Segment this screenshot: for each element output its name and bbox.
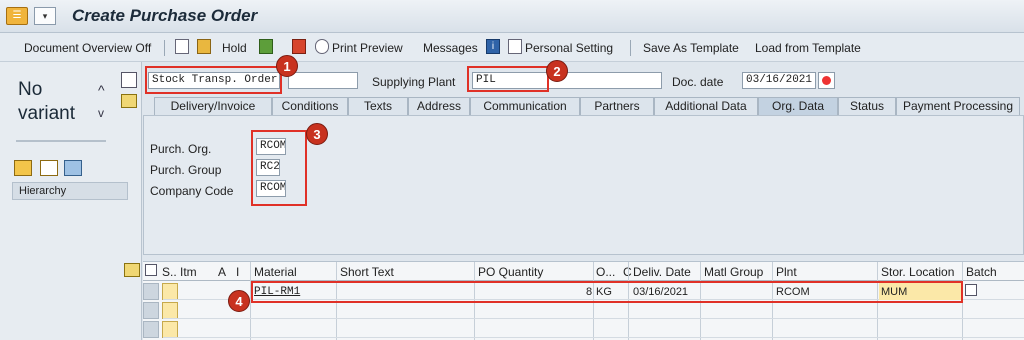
- tab-communication[interactable]: Communication: [470, 97, 580, 115]
- print-preview-icon[interactable]: [315, 39, 329, 54]
- tab-additional-data[interactable]: Additional Data: [654, 97, 758, 115]
- row-selector[interactable]: [143, 321, 159, 338]
- callout-badge-4: 4: [228, 290, 250, 312]
- tab-payment-processing[interactable]: Payment Processing: [896, 97, 1020, 115]
- tab-conditions[interactable]: Conditions: [272, 97, 348, 115]
- col-short-text[interactable]: Short Text: [340, 265, 394, 279]
- messages-button[interactable]: Messages: [423, 41, 478, 55]
- record-icon[interactable]: [818, 72, 835, 89]
- personal-setting-icon[interactable]: [508, 39, 522, 54]
- item-toggle-icon[interactable]: [124, 263, 140, 277]
- doc-date-field[interactable]: 03/16/2021: [742, 72, 816, 89]
- table-settings-icon[interactable]: [145, 264, 157, 276]
- page-title: Create Purchase Order: [72, 6, 258, 25]
- header-toggle-icon[interactable]: [121, 94, 137, 108]
- purch-group-label: Purch. Group: [150, 163, 222, 177]
- callout-box-4: [251, 281, 963, 303]
- purch-org-label: Purch. Org.: [150, 142, 212, 156]
- callout-badge-1: 1: [276, 55, 298, 77]
- red-dot: [822, 76, 831, 85]
- company-code-label: Company Code: [150, 184, 234, 198]
- document-overview-button[interactable]: Document Overview Off: [24, 41, 151, 55]
- callout-box-3: [251, 130, 307, 206]
- save-as-template-button[interactable]: Save As Template: [643, 41, 739, 55]
- row-selector[interactable]: [143, 283, 159, 300]
- col-item-category[interactable]: I: [236, 265, 239, 279]
- tab-partners[interactable]: Partners: [580, 97, 654, 115]
- supplying-plant-label: Supplying Plant: [372, 75, 456, 89]
- tab-address[interactable]: Address: [408, 97, 470, 115]
- col-status[interactable]: S..: [162, 265, 177, 279]
- col-account[interactable]: A: [218, 265, 226, 279]
- col-plant[interactable]: Plnt: [776, 265, 797, 279]
- check-icon[interactable]: [259, 39, 273, 54]
- col-material[interactable]: Material: [254, 265, 297, 279]
- table-row: [163, 302, 1024, 319]
- col-matl-group[interactable]: Matl Group: [704, 265, 763, 279]
- personal-setting-button[interactable]: Personal Setting: [525, 41, 613, 55]
- col-order-unit[interactable]: O...: [596, 265, 615, 279]
- hold-button[interactable]: Hold: [222, 41, 247, 55]
- doc-date-label: Doc. date: [672, 75, 724, 89]
- col-po-quantity[interactable]: PO Quantity: [478, 265, 543, 279]
- info-icon[interactable]: i: [486, 39, 500, 54]
- callout-box-1: [145, 66, 282, 94]
- tab-texts[interactable]: Texts: [348, 97, 408, 115]
- panel-divider: [16, 140, 106, 142]
- tab-org-data[interactable]: Org. Data: [758, 97, 838, 115]
- callout-badge-3: 3: [306, 123, 328, 145]
- open-folder-icon[interactable]: [197, 39, 211, 54]
- table-row: [163, 321, 1024, 338]
- dropdown-icon[interactable]: ▾: [34, 7, 56, 25]
- services-icon[interactable]: [292, 39, 306, 54]
- col-stor-location[interactable]: Stor. Location: [881, 265, 954, 279]
- row-selector[interactable]: [143, 302, 159, 319]
- callout-badge-2: 2: [546, 60, 568, 82]
- chevron-down-icon[interactable]: v: [98, 106, 104, 120]
- refresh-icon[interactable]: [64, 160, 82, 176]
- col-deliv-date[interactable]: Deliv. Date: [633, 265, 691, 279]
- expand-icon[interactable]: [14, 160, 32, 176]
- tab-status[interactable]: Status: [838, 97, 896, 115]
- value-help-icon[interactable]: [965, 284, 977, 296]
- tab-delivery-invoice[interactable]: Delivery/Invoice: [154, 97, 272, 115]
- toolbar-separator: [164, 40, 165, 56]
- po-number-field[interactable]: [288, 72, 358, 89]
- chevron-up-icon[interactable]: ^: [98, 82, 105, 98]
- print-preview-button[interactable]: Print Preview: [332, 41, 403, 55]
- load-from-template-button[interactable]: Load from Template: [755, 41, 861, 55]
- sap-menu-icon[interactable]: ☰: [6, 7, 28, 25]
- hierarchy-button[interactable]: Hierarchy: [12, 182, 128, 200]
- no-variant-text: No variant: [18, 79, 76, 124]
- col-item[interactable]: Itm: [180, 265, 197, 279]
- toolbar-separator: [630, 40, 631, 56]
- new-document-icon[interactable]: [175, 39, 189, 54]
- col-batch[interactable]: Batch: [966, 265, 997, 279]
- callout-box-2: [467, 66, 549, 92]
- cart-icon[interactable]: [121, 72, 137, 88]
- copy-icon[interactable]: [40, 160, 58, 176]
